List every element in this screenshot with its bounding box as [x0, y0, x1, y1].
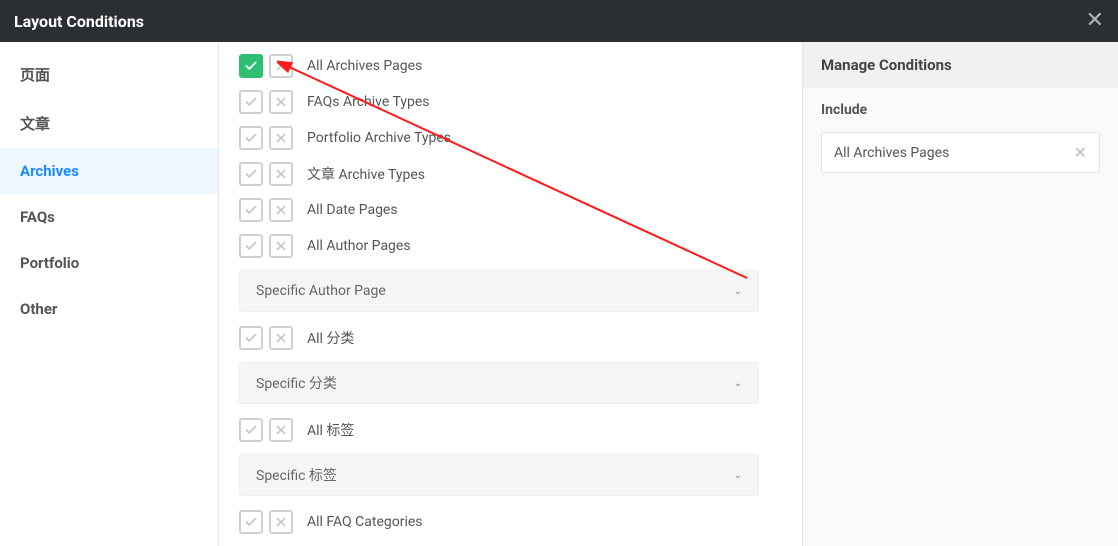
toggle-pair	[239, 162, 293, 186]
select-dropdown[interactable]: Specific Author Page ⌄	[239, 270, 759, 312]
close-icon[interactable]: ✕	[1086, 10, 1104, 32]
sidebar-item-1[interactable]: 文章	[0, 99, 218, 148]
exclude-toggle[interactable]	[269, 510, 293, 534]
select-label: Specific Author Page	[256, 283, 386, 299]
exclude-toggle[interactable]	[269, 418, 293, 442]
condition-row: All Archives Pages	[239, 54, 782, 78]
condition-row: Portfolio Archive Types	[239, 126, 782, 150]
sidebar: 页面文章ArchivesFAQsPortfolioOther	[0, 42, 219, 546]
include-toggle[interactable]	[239, 510, 263, 534]
include-toggle[interactable]	[239, 234, 263, 258]
include-section-label: Include	[821, 102, 1100, 118]
exclude-toggle[interactable]	[269, 126, 293, 150]
condition-row: All 标签	[239, 418, 782, 442]
condition-label: All 分类	[307, 328, 354, 348]
condition-row: All Author Pages	[239, 234, 782, 258]
toggle-pair	[239, 418, 293, 442]
toggle-pair	[239, 54, 293, 78]
manage-conditions-panel: Manage Conditions Include All Archives P…	[802, 42, 1118, 546]
tag-label: All Archives Pages	[834, 145, 949, 161]
condition-label: All FAQ Categories	[307, 514, 423, 530]
include-toggle[interactable]	[239, 198, 263, 222]
toggle-pair	[239, 90, 293, 114]
condition-row: All FAQ Categories	[239, 510, 782, 534]
select-dropdown[interactable]: Specific 分类 ⌄	[239, 362, 759, 404]
condition-label: FAQs Archive Types	[307, 94, 429, 110]
condition-label: Portfolio Archive Types	[307, 130, 451, 146]
include-toggle[interactable]	[239, 126, 263, 150]
sidebar-item-0[interactable]: 页面	[0, 50, 218, 99]
modal-body: 页面文章ArchivesFAQsPortfolioOther All Archi…	[0, 42, 1118, 546]
select-dropdown[interactable]: Specific 标签 ⌄	[239, 454, 759, 496]
sidebar-item-5[interactable]: Other	[0, 286, 218, 332]
sidebar-item-4[interactable]: Portfolio	[0, 240, 218, 286]
included-condition-tag: All Archives Pages ✕	[821, 132, 1100, 173]
remove-tag-icon[interactable]: ✕	[1074, 143, 1087, 162]
modal-title: Layout Conditions	[14, 12, 144, 31]
select-row: Specific 标签 ⌄	[239, 454, 782, 496]
exclude-toggle[interactable]	[269, 90, 293, 114]
condition-label: 文章 Archive Types	[307, 164, 425, 184]
toggle-pair	[239, 510, 293, 534]
manage-conditions-title: Manage Conditions	[803, 42, 1118, 88]
include-toggle[interactable]	[239, 326, 263, 350]
include-toggle[interactable]	[239, 90, 263, 114]
condition-label: All Date Pages	[307, 202, 398, 218]
chevron-down-icon: ⌄	[734, 286, 742, 297]
select-row: Specific Author Page ⌄	[239, 270, 782, 312]
select-label: Specific 标签	[256, 465, 337, 485]
condition-row: FAQs Archive Types	[239, 90, 782, 114]
exclude-toggle[interactable]	[269, 162, 293, 186]
exclude-toggle[interactable]	[269, 198, 293, 222]
chevron-down-icon: ⌄	[734, 470, 742, 481]
include-toggle[interactable]	[239, 162, 263, 186]
toggle-pair	[239, 126, 293, 150]
toggle-pair	[239, 234, 293, 258]
condition-row: 文章 Archive Types	[239, 162, 782, 186]
exclude-toggle[interactable]	[269, 326, 293, 350]
conditions-panel: All Archives Pages FAQs Archive Types Port…	[219, 42, 802, 546]
sidebar-item-2[interactable]: Archives	[0, 148, 218, 194]
include-toggle[interactable]	[239, 54, 263, 78]
modal-header: Layout Conditions ✕	[0, 0, 1118, 42]
select-row: Specific 分类 ⌄	[239, 362, 782, 404]
condition-row: All Date Pages	[239, 198, 782, 222]
sidebar-item-3[interactable]: FAQs	[0, 194, 218, 240]
condition-label: All Archives Pages	[307, 58, 422, 74]
manage-conditions-body: Include All Archives Pages ✕	[803, 88, 1118, 187]
condition-row: All 分类	[239, 326, 782, 350]
include-toggle[interactable]	[239, 418, 263, 442]
condition-label: All Author Pages	[307, 238, 411, 254]
toggle-pair	[239, 326, 293, 350]
chevron-down-icon: ⌄	[734, 378, 742, 389]
condition-label: All 标签	[307, 420, 354, 440]
exclude-toggle[interactable]	[269, 234, 293, 258]
toggle-pair	[239, 198, 293, 222]
exclude-toggle[interactable]	[269, 54, 293, 78]
select-label: Specific 分类	[256, 373, 337, 393]
